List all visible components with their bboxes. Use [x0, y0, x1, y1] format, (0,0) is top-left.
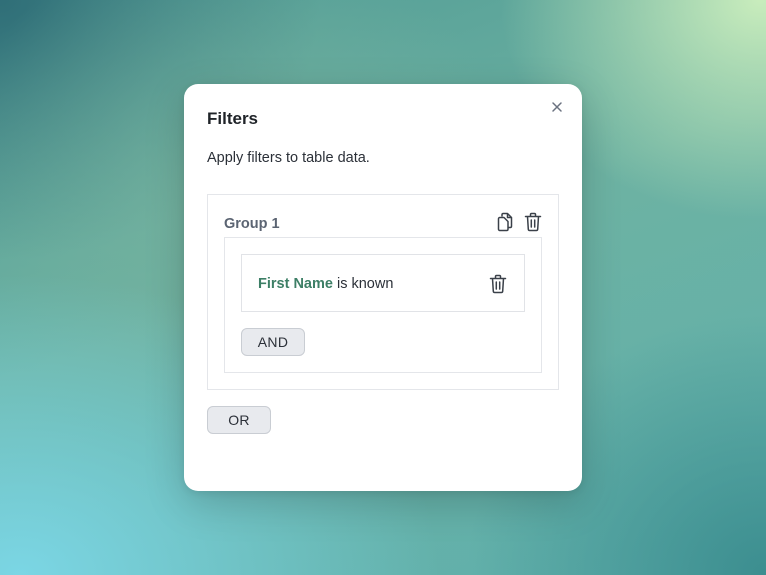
condition-text: First Name is known	[258, 276, 393, 292]
trash-icon	[524, 212, 542, 232]
dialog-title: Filters	[207, 109, 259, 128]
delete-condition-button[interactable]	[489, 274, 507, 294]
copy-icon	[497, 212, 513, 232]
add-and-condition-button[interactable]: AND	[241, 328, 305, 356]
delete-group-button[interactable]	[524, 212, 542, 232]
trash-icon	[489, 274, 507, 294]
dialog-description: Apply filters to table data.	[207, 150, 370, 166]
condition-operator: is known	[336, 276, 394, 292]
close-icon	[552, 102, 562, 112]
duplicate-group-button[interactable]	[496, 212, 514, 232]
add-or-group-button[interactable]: OR	[207, 406, 271, 434]
group-conditions-container: First Name is known AND	[224, 237, 542, 373]
group-title: Group 1	[224, 216, 280, 232]
filters-dialog: Filters Apply filters to table data. Gro…	[184, 84, 582, 491]
condition-field: First Name	[258, 276, 333, 292]
filter-group: Group 1 First Name is known AND	[207, 194, 559, 390]
close-button[interactable]	[550, 100, 564, 114]
filter-condition[interactable]: First Name is known	[241, 254, 525, 312]
